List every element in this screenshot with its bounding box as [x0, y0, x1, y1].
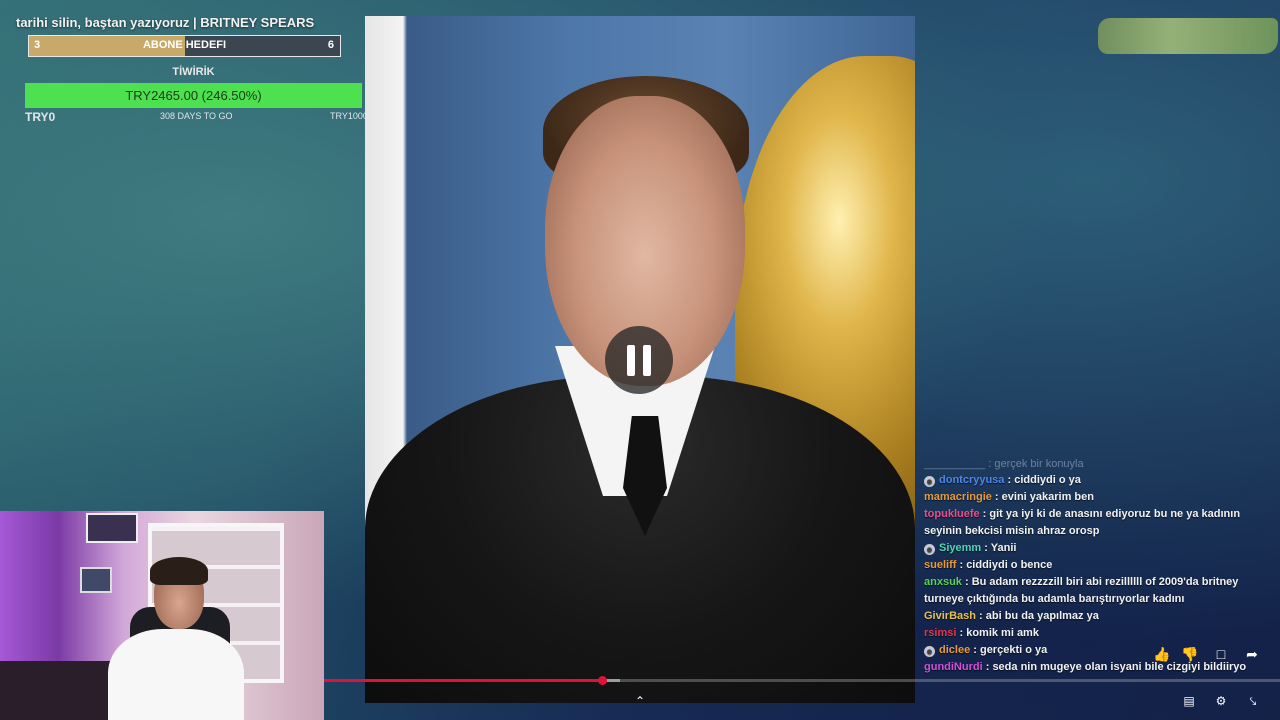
chat-text: abi bu da yapılmaz ya — [985, 610, 1099, 622]
chat-truncated-message: __________ : gerçek bir konuyla — [924, 458, 1084, 470]
chat-text: komik mi amk — [966, 627, 1039, 639]
chat-separator: : — [981, 542, 991, 554]
subscriber-goal-bar: 3 ABONE HEDEFI 6 — [28, 35, 341, 57]
captions-icon[interactable]: ▤ — [1180, 692, 1198, 710]
streamer-body — [108, 629, 244, 720]
subscriber-goal-target: 6 — [327, 39, 334, 51]
chat-username[interactable]: dontcryyusa — [939, 474, 1004, 486]
stream-title: tarihi silin, baştan yazıyoruz | BRITNEY… — [16, 15, 315, 30]
webcam-feed — [0, 511, 324, 720]
chat-text: evini yakarim ben — [1001, 491, 1094, 503]
pause-icon[interactable] — [605, 326, 673, 394]
chat-username[interactable]: mamacringie — [924, 491, 992, 503]
chat-separator: : — [991, 491, 1002, 503]
chevron-up-icon[interactable]: ⌃ — [633, 694, 647, 708]
thumbs-down-icon[interactable]: 👎 — [1180, 644, 1200, 664]
chat-username[interactable]: diclee — [939, 644, 970, 656]
chat-separator: : — [956, 559, 967, 571]
chat-separator: : — [961, 576, 972, 588]
tip-goal-amount: TRY2465.00 (246.50%) — [125, 88, 262, 103]
tip-goal-days-left: 308 DAYS TO GO — [160, 111, 233, 121]
user-badge-icon: ☻ — [924, 544, 935, 555]
share-icon[interactable]: ➦ — [1242, 644, 1262, 664]
chat-separator: : — [979, 508, 990, 520]
chat-message: GivirBash : abi bu da yapılmaz ya — [918, 608, 1278, 625]
player-controls: ▤ ⚙ ⤥ — [1178, 692, 1278, 712]
decorative-graphic — [1098, 18, 1278, 54]
chat-message: topukluefe : git ya iyi ki de anasını ed… — [918, 506, 1278, 540]
chat-username[interactable]: sueliff — [924, 559, 956, 571]
chat-username[interactable]: Siyemm — [939, 542, 981, 554]
thumbs-up-icon[interactable]: 👍 — [1152, 644, 1172, 664]
chat-message: mamacringie : evini yakarim ben — [918, 489, 1278, 506]
chat-text: Bu adam rezzzzill biri abi rezillllll of… — [924, 576, 1239, 605]
user-badge-icon: ☻ — [924, 476, 935, 487]
chat-username[interactable]: gundiNurdi — [924, 661, 983, 673]
chat-separator: : — [975, 610, 986, 622]
desk — [0, 661, 120, 720]
chat-separator: : — [1004, 474, 1015, 486]
tip-goal-max: TRY1000 — [330, 111, 368, 121]
subscriber-goal-label: ABONE HEDEFI — [142, 39, 227, 51]
tip-goal-min: TRY0 — [25, 110, 56, 124]
progress-played — [324, 679, 602, 682]
tip-goal-bar: TRY2465.00 (246.50%) — [25, 83, 362, 108]
chat-message: anxsuk : Bu adam rezzzzill biri abi rezi… — [918, 574, 1278, 608]
chat-username[interactable]: topukluefe — [924, 508, 980, 520]
chat-message: ☻ Siyemm : Yanii — [918, 540, 1278, 557]
settings-icon[interactable]: ⚙ — [1212, 692, 1230, 710]
chat-separator: : — [956, 627, 967, 639]
chat-username[interactable]: rsimsi — [924, 627, 956, 639]
wall-poster — [86, 513, 138, 543]
chat-message: rsimsi : komik mi amk — [918, 625, 1278, 642]
exit-fullscreen-icon[interactable]: ⤥ — [1244, 692, 1262, 710]
progress-scrubber[interactable] — [598, 676, 607, 685]
chat-text: Yanii — [990, 542, 1017, 554]
chat-message: ☻ dontcryyusa : ciddiydi o ya — [918, 472, 1278, 489]
chat-text: ciddiydi o bence — [966, 559, 1053, 571]
chat-text: gerçekti o ya — [979, 644, 1048, 656]
wall-poster — [80, 567, 112, 593]
chat-username[interactable]: GivirBash — [924, 610, 976, 622]
chat-username[interactable]: anxsuk — [924, 576, 962, 588]
video-actions: 👍 👎 □ ➦ — [1150, 644, 1270, 664]
user-badge-icon: ☻ — [924, 646, 935, 657]
chat-separator: : — [970, 644, 980, 656]
chat-text: ciddiydi o ya — [1014, 474, 1081, 486]
streamer-hair — [150, 557, 208, 585]
comment-icon[interactable]: □ — [1211, 644, 1231, 664]
tip-goal-label: TİWİRİK — [172, 66, 215, 78]
chat-separator: : — [982, 661, 993, 673]
chat-message: sueliff : ciddiydi o bence — [918, 557, 1278, 574]
live-chat: __________ : gerçek bir konuyla ☻ dontcry… — [918, 458, 1278, 720]
